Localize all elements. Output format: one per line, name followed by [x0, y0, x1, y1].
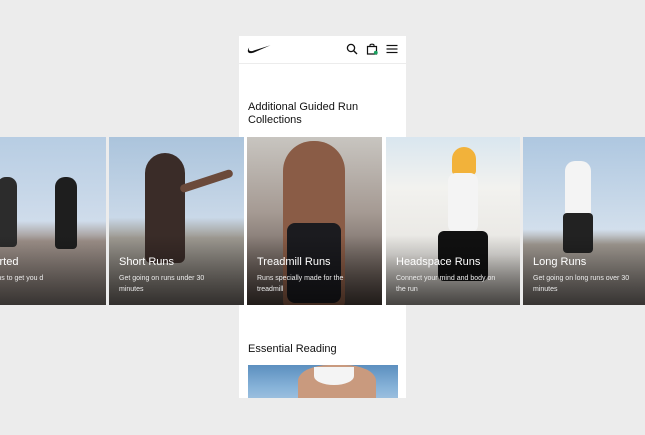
- collection-card-treadmill-runs[interactable]: Treadmill Runs Runs specially made for t…: [247, 137, 382, 305]
- runner-top: [314, 367, 354, 385]
- bag-icon[interactable]: [366, 43, 378, 55]
- card-title: Headspace Runs: [396, 256, 481, 268]
- card-description: Connect your mind and body on the run: [396, 275, 496, 293]
- collection-card-headspace-runs[interactable]: Headspace Runs Connect your mind and bod…: [386, 137, 520, 305]
- guided-run-carousel: Started re runs to get you d Short Runs …: [0, 137, 645, 305]
- card-title: Treadmill Runs: [257, 256, 331, 268]
- collection-card-started[interactable]: Started re runs to get you d: [0, 137, 106, 305]
- card-description: Get going on runs under 30 minutes: [119, 275, 205, 293]
- runner-figure: [448, 173, 478, 233]
- card-description: re runs to get you d: [0, 275, 44, 282]
- collection-card-short-runs[interactable]: Short Runs Get going on runs under 30 mi…: [109, 137, 244, 305]
- essential-reading-image[interactable]: [248, 365, 398, 398]
- guided-collections-title: Additional Guided Run Collections: [248, 101, 359, 126]
- card-title: Long Runs: [533, 256, 587, 268]
- runner-figure: [565, 161, 591, 217]
- top-nav: [239, 36, 406, 64]
- menu-icon[interactable]: [386, 43, 398, 55]
- card-description: Get going on long runs over 30 minutes: [533, 275, 630, 293]
- essential-reading-title: Essential Reading: [248, 343, 337, 355]
- swoosh-logo[interactable]: [247, 44, 271, 55]
- card-title: Started: [0, 256, 19, 268]
- runner-hood: [452, 147, 476, 175]
- card-shade: [0, 235, 106, 305]
- collection-card-long-runs[interactable]: Long Runs Get going on long runs over 30…: [523, 137, 645, 305]
- card-description: Runs specially made for the treadmill: [257, 275, 344, 293]
- card-title: Short Runs: [119, 256, 175, 268]
- search-icon[interactable]: [346, 43, 358, 55]
